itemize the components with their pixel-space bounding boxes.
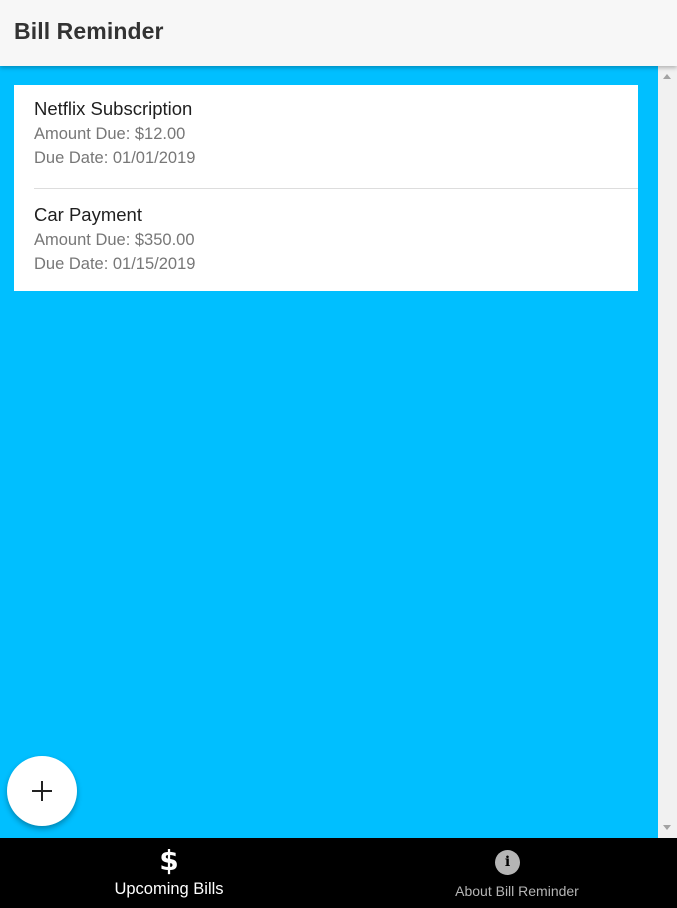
bill-due-date: Due Date: 01/15/2019: [34, 255, 196, 273]
page-title: Bill Reminder: [14, 18, 164, 44]
bill-due-date: Due Date: 01/01/2019: [34, 149, 196, 167]
info-icon: i: [495, 850, 520, 875]
bill-item[interactable]: Netflix Subscription Amount Due: $12.00 …: [14, 85, 638, 188]
plus-icon: [32, 781, 52, 801]
bill-list: Netflix Subscription Amount Due: $12.00 …: [14, 85, 638, 291]
bottom-navigation: $ Upcoming Bills i About Bill Reminder: [0, 838, 677, 908]
tab-label: About Bill Reminder: [455, 883, 579, 899]
dollar-icon: $: [159, 844, 179, 877]
app-bar: Bill Reminder: [0, 0, 677, 66]
vertical-scrollbar[interactable]: [658, 66, 677, 838]
tab-label: Upcoming Bills: [114, 880, 224, 898]
bill-name: Car Payment: [34, 204, 142, 225]
bill-amount: Amount Due: $12.00: [34, 125, 186, 143]
tab-upcoming-bills[interactable]: $ Upcoming Bills: [0, 838, 338, 908]
bill-amount: Amount Due: $350.00: [34, 231, 195, 249]
bill-item[interactable]: Car Payment Amount Due: $350.00 Due Date…: [14, 188, 638, 291]
add-bill-button[interactable]: [7, 756, 77, 826]
scroll-up-arrow-icon[interactable]: [663, 74, 671, 79]
bill-name: Netflix Subscription: [34, 98, 193, 119]
scroll-down-arrow-icon[interactable]: [663, 825, 671, 830]
main-content: Netflix Subscription Amount Due: $12.00 …: [0, 66, 658, 838]
tab-about-bill-reminder[interactable]: i About Bill Reminder: [338, 838, 676, 908]
